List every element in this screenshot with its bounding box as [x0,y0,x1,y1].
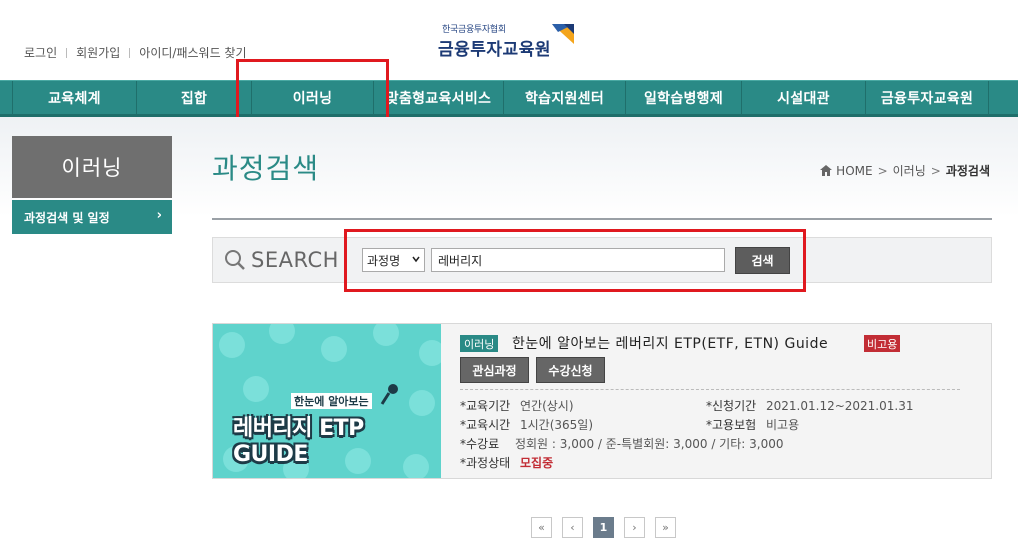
search-icon [225,250,245,270]
breadcrumb-separator: > [930,163,941,178]
main-nav: 교육체계 집합 이러닝 맞춤형교육서비스 학습지원센터 일학습병행제 시설대관 … [0,80,1018,117]
page-number-current[interactable]: 1 [593,517,614,538]
thumbnail-title: 레버리지 ETP GUIDE [233,416,364,467]
nav-item-work-study[interactable]: 일학습병행제 [625,81,741,115]
apply-period-value: 2021.01.12~2021.01.31 [766,399,914,413]
insurance-row: *고용보험 비고용 [706,416,799,433]
status-label: *과정상태 [460,456,511,470]
top-links: 로그인 회원가입 아이디/패스워드 찾기 [24,44,247,61]
chevron-right-icon: › [156,208,162,223]
search-highlight-box [344,229,806,292]
divider [129,47,131,58]
search-label: SEARCH [224,248,339,272]
page-next-button[interactable]: › [624,517,645,538]
hours-label: *교육시간 [460,418,511,432]
employment-badge: 비고용 [864,335,901,352]
nav-item-facility-rental[interactable]: 시설대관 [741,81,865,115]
breadcrumb: HOME > 이러닝 > 과정검색 [820,162,990,179]
site-logo[interactable]: 한국금융투자협회 금융투자교육원 [438,22,574,62]
apply-period-label: *신청기간 [706,399,757,413]
period-row: *교육기간 연간(상시) [460,397,574,414]
page-title: 과정검색 [212,152,320,185]
find-account-link[interactable]: 아이디/패스워드 찾기 [139,44,246,61]
nav-item-curriculum[interactable]: 교육체계 [12,81,136,115]
search-label-text: SEARCH [251,248,339,272]
nav-item-learning-support[interactable]: 학습지원센터 [503,81,625,115]
status-row: *과정상태 모집중 [460,454,553,471]
fee-label: *수강료 [460,437,500,451]
period-value: 연간(상시) [520,399,574,413]
fee-row: *수강료 정회원 : 3,000 / 준-특별회원: 3,000 / 기타: 3… [460,435,783,452]
nav-item-custom-education[interactable]: 맞춤형교육서비스 [373,81,503,115]
logo-title: 금융투자교육원 [438,40,551,60]
breadcrumb-home[interactable]: HOME [836,164,872,178]
logo-mark-icon [552,24,574,44]
page-first-button[interactable]: « [531,517,552,538]
hours-value: 1시간(365일) [520,418,594,432]
status-value: 모집중 [520,456,554,470]
title-divider [212,218,992,220]
breadcrumb-elearning[interactable]: 이러닝 [893,162,926,179]
course-thumbnail[interactable]: 한눈에 알아보는 레버리지 ETP GUIDE [213,324,441,478]
signup-link[interactable]: 회원가입 [76,44,120,61]
login-link[interactable]: 로그인 [24,44,57,61]
breadcrumb-current: 과정검색 [945,164,990,178]
sidebar-item-course-search[interactable]: 과정검색 및 일정 › [12,200,172,234]
apply-period-row: *신청기간 2021.01.12~2021.01.31 [706,397,913,414]
hours-row: *교육시간 1시간(365일) [460,416,593,433]
page-last-button[interactable]: » [655,517,676,538]
home-icon [820,165,833,176]
logo-subtitle: 한국금융투자협회 [442,25,506,35]
sidebar-item-label: 과정검색 및 일정 [24,210,110,225]
sidebar-title: 이러닝 [12,136,172,198]
thumbnail-subtitle: 한눈에 알아보는 [291,393,372,409]
insurance-value: 비고용 [766,418,800,432]
nav-item-classroom[interactable]: 집합 [136,81,251,115]
insurance-label: *고용보험 [706,418,757,432]
fee-value: 정회원 : 3,000 / 준-특별회원: 3,000 / 기타: 3,000 [514,437,784,451]
microphone-icon [380,384,398,405]
info-divider [460,389,960,390]
breadcrumb-separator: > [877,163,888,178]
page-prev-button[interactable]: ‹ [562,517,583,538]
divider [66,47,68,58]
period-label: *교육기간 [460,399,511,413]
course-title[interactable]: 한눈에 알아보는 레버리지 ETP(ETF, ETN) Guide [512,333,828,353]
interest-button[interactable]: 관심과정 [460,357,529,383]
apply-button[interactable]: 수강신청 [536,357,605,383]
category-badge: 이러닝 [460,335,499,352]
nav-item-institute[interactable]: 금융투자교육원 [865,81,989,115]
